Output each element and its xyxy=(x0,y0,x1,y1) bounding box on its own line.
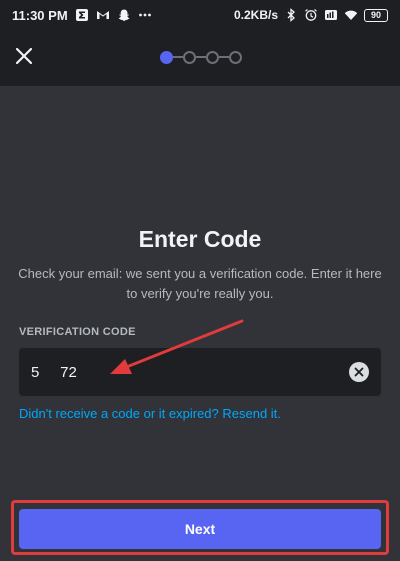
bluetooth-icon xyxy=(284,8,298,22)
close-button[interactable] xyxy=(10,42,38,70)
verification-code-label: VERIFICATION CODE xyxy=(19,326,136,338)
step-dot-3 xyxy=(206,50,219,64)
status-right: 0.2KB/s 90 xyxy=(234,8,388,22)
more-dots-icon xyxy=(138,8,152,22)
wifi-icon xyxy=(344,8,358,22)
status-time: 11:30 PM xyxy=(12,7,68,23)
alarm-icon xyxy=(304,8,318,22)
network-speed: 0.2KB/s xyxy=(233,8,278,22)
step-dot-4 xyxy=(229,50,242,64)
step-dot-2 xyxy=(183,50,196,64)
resend-code-link[interactable]: Didn't receive a code or it expired? Res… xyxy=(19,406,281,421)
next-button[interactable]: Next xyxy=(19,509,381,549)
step-connector xyxy=(196,56,206,58)
verification-code-field xyxy=(19,348,381,396)
close-icon xyxy=(15,47,33,65)
step-connector xyxy=(173,56,183,58)
verification-code-input[interactable] xyxy=(31,348,349,396)
status-left: 11:30 PM xyxy=(12,8,152,23)
clear-x-icon xyxy=(354,367,364,377)
snapchat-icon xyxy=(117,8,131,22)
header xyxy=(0,30,400,86)
battery-indicator: 90 xyxy=(364,8,388,22)
sigma-icon xyxy=(75,8,89,22)
clear-input-button[interactable] xyxy=(349,362,369,382)
step-indicator xyxy=(160,50,242,64)
step-dot-1 xyxy=(160,50,173,64)
volte-icon xyxy=(324,8,338,22)
step-connector xyxy=(219,56,229,58)
gmail-icon xyxy=(96,8,110,22)
page-subtitle: Check your email: we sent you a verifica… xyxy=(18,266,382,301)
page-title: Enter Code xyxy=(138,226,262,252)
status-bar: 11:30 PM 0.2KB/s 90 xyxy=(0,0,400,30)
